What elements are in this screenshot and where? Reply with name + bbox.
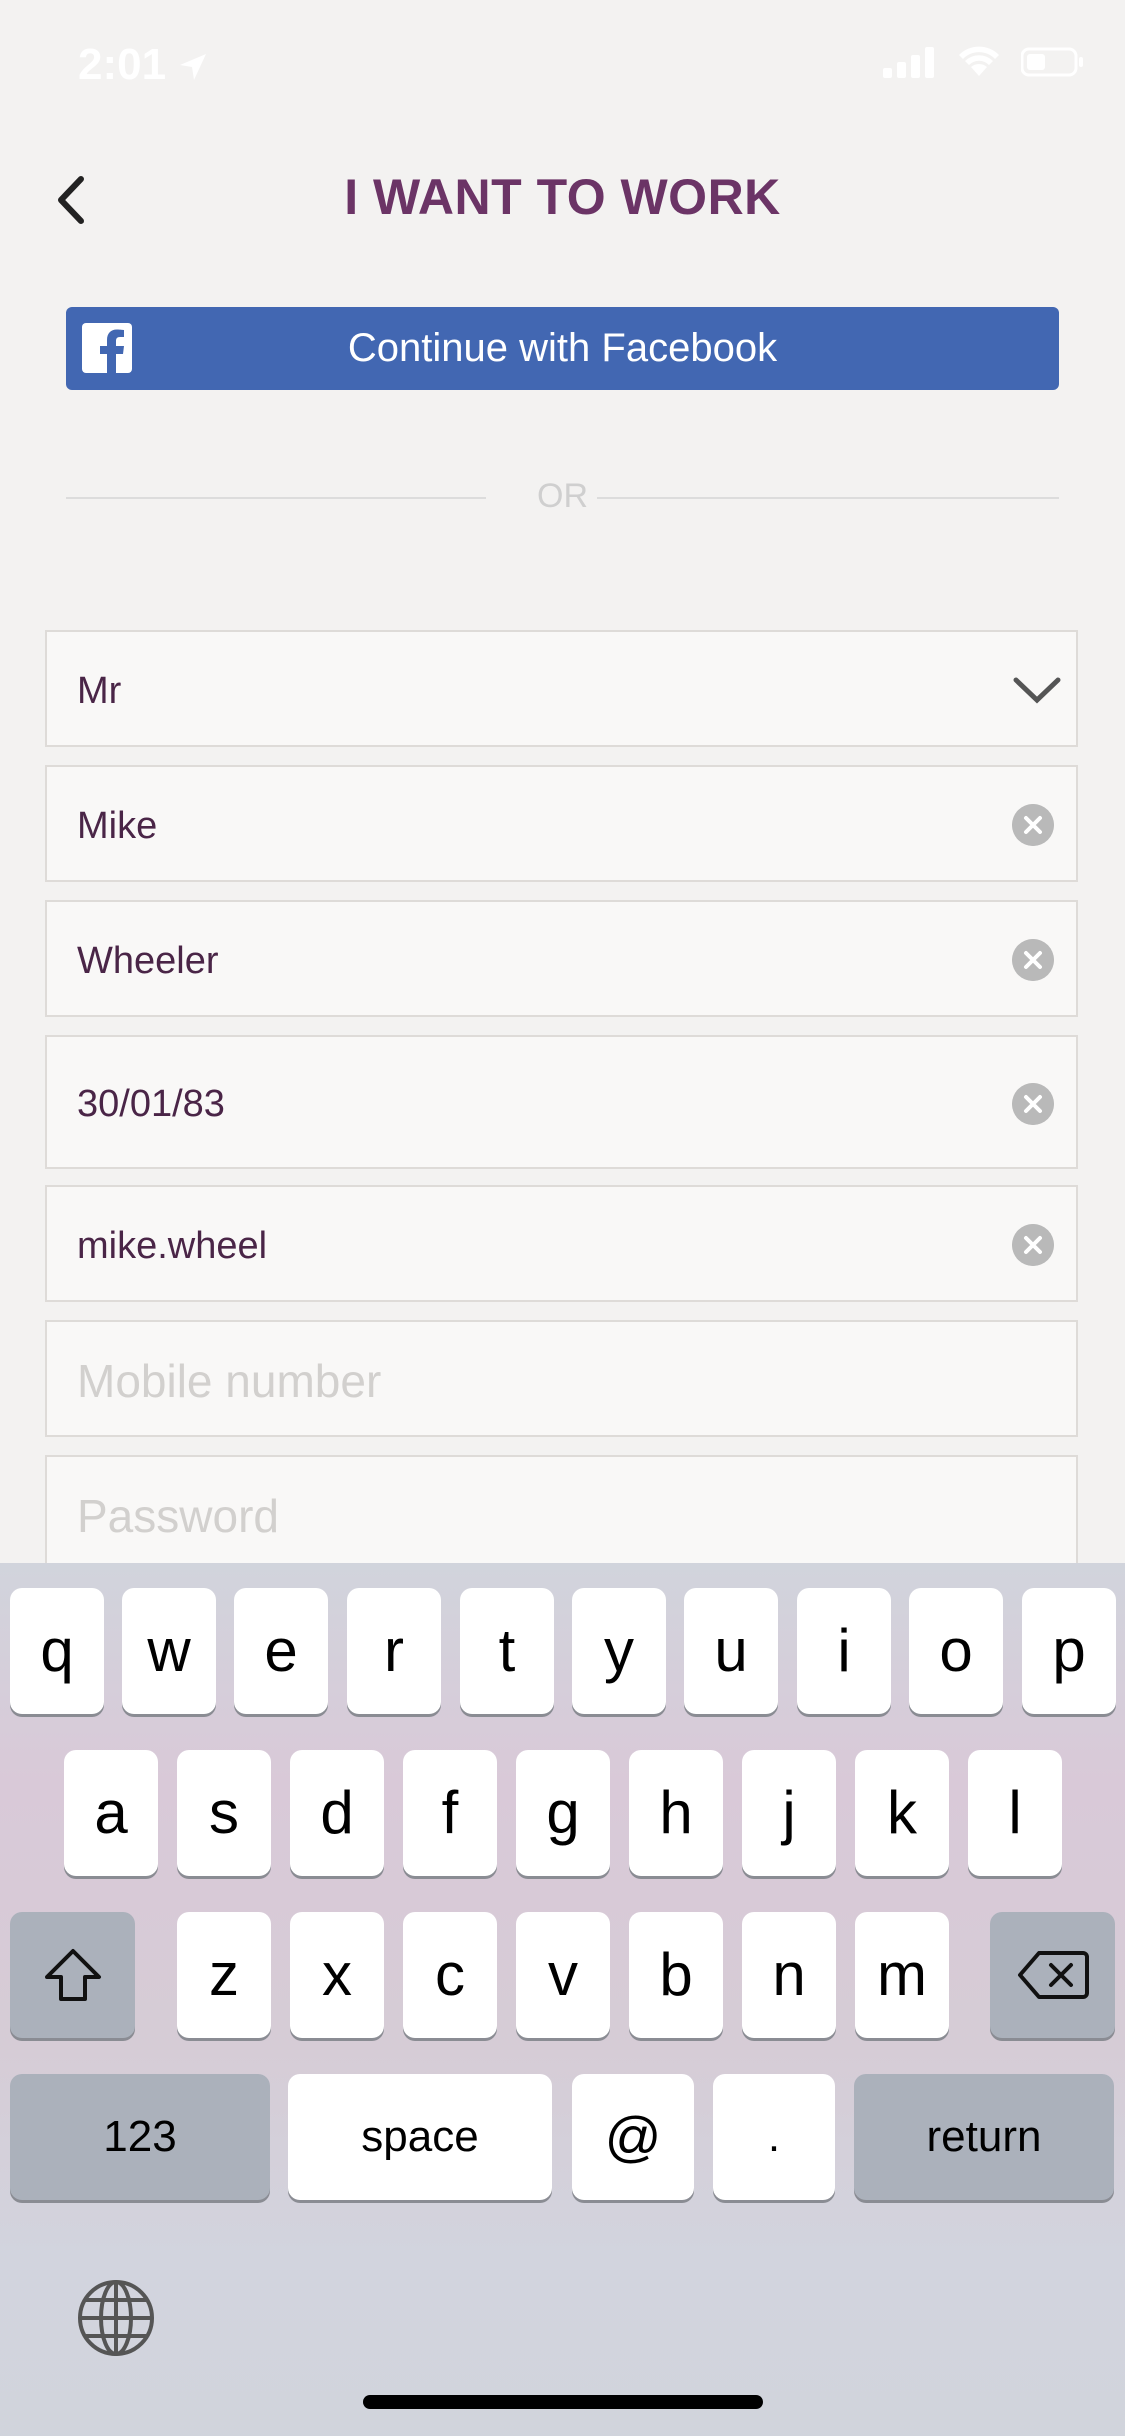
divider-line-right [597, 497, 1059, 499]
key-z[interactable]: z [177, 1912, 271, 2038]
password-field[interactable]: Password [45, 1455, 1078, 1572]
nav-bar: I WANT TO WORK [0, 140, 1125, 252]
first-name-field[interactable]: Mike [45, 765, 1078, 882]
key-d[interactable]: d [290, 1750, 384, 1876]
key-r[interactable]: r [347, 1588, 441, 1714]
shift-icon [44, 1949, 101, 2001]
numbers-key[interactable]: 123 [10, 2074, 270, 2200]
key-u[interactable]: u [684, 1588, 778, 1714]
email-field[interactable]: mike.wheel [45, 1185, 1078, 1302]
delete-key[interactable] [990, 1912, 1115, 2038]
email-value: mike.wheel [77, 1225, 268, 1267]
password-placeholder: Password [77, 1490, 279, 1542]
title-select-value: Mr [77, 670, 122, 712]
status-indicators [883, 46, 1085, 78]
date-of-birth-value: 30/01/83 [77, 1083, 225, 1125]
key-s[interactable]: s [177, 1750, 271, 1876]
key-a[interactable]: a [64, 1750, 158, 1876]
clear-icon[interactable] [1012, 1224, 1054, 1266]
first-name-value: Mike [77, 805, 158, 847]
key-e[interactable]: e [234, 1588, 328, 1714]
battery-icon [1021, 47, 1083, 77]
key-v[interactable]: v [516, 1912, 610, 2038]
chevron-down-icon [1013, 677, 1061, 704]
key-i[interactable]: i [797, 1588, 891, 1714]
page-title: I WANT TO WORK [344, 169, 781, 225]
wifi-icon [959, 46, 999, 76]
key-m[interactable]: m [855, 1912, 949, 2038]
clear-icon[interactable] [1012, 804, 1054, 846]
key-y[interactable]: y [572, 1588, 666, 1714]
key-j[interactable]: j [742, 1750, 836, 1876]
clear-icon[interactable] [1012, 1083, 1054, 1125]
continue-with-facebook-button[interactable]: Continue with Facebook [66, 307, 1059, 390]
last-name-field[interactable]: Wheeler [45, 900, 1078, 1017]
title-select[interactable]: Mr [45, 630, 1078, 747]
status-bar: 2:01 [0, 0, 1125, 140]
clear-icon[interactable] [1012, 939, 1054, 981]
return-key[interactable]: return [854, 2074, 1114, 2200]
key-t[interactable]: t [460, 1588, 554, 1714]
date-of-birth-field[interactable]: 30/01/83 [45, 1035, 1078, 1169]
mobile-number-placeholder: Mobile number [77, 1355, 382, 1407]
key-l[interactable]: l [968, 1750, 1062, 1876]
key-n[interactable]: n [742, 1912, 836, 2038]
key-f[interactable]: f [403, 1750, 497, 1876]
mobile-number-field[interactable]: Mobile number [45, 1320, 1078, 1437]
location-arrow-icon [180, 54, 206, 80]
key-k[interactable]: k [855, 1750, 949, 1876]
dot-key[interactable]: . [713, 2074, 835, 2200]
key-b[interactable]: b [629, 1912, 723, 2038]
key-p[interactable]: p [1022, 1588, 1116, 1714]
backspace-icon [1017, 1951, 1089, 1999]
globe-icon[interactable] [76, 2278, 156, 2358]
home-indicator [363, 2395, 763, 2409]
key-h[interactable]: h [629, 1750, 723, 1876]
last-name-value: Wheeler [77, 940, 219, 982]
key-q[interactable]: q [10, 1588, 104, 1714]
key-o[interactable]: o [909, 1588, 1003, 1714]
at-key[interactable]: @ [572, 2074, 694, 2200]
key-x[interactable]: x [290, 1912, 384, 2038]
status-time: 2:01 [78, 40, 167, 89]
signal-icon [883, 47, 934, 78]
facebook-button-label: Continue with Facebook [347, 326, 778, 370]
shift-key[interactable] [10, 1912, 135, 2038]
key-g[interactable]: g [516, 1750, 610, 1876]
or-divider: OR [66, 475, 1059, 515]
space-key[interactable]: space [288, 2074, 552, 2200]
key-c[interactable]: c [403, 1912, 497, 2038]
key-w[interactable]: w [122, 1588, 216, 1714]
